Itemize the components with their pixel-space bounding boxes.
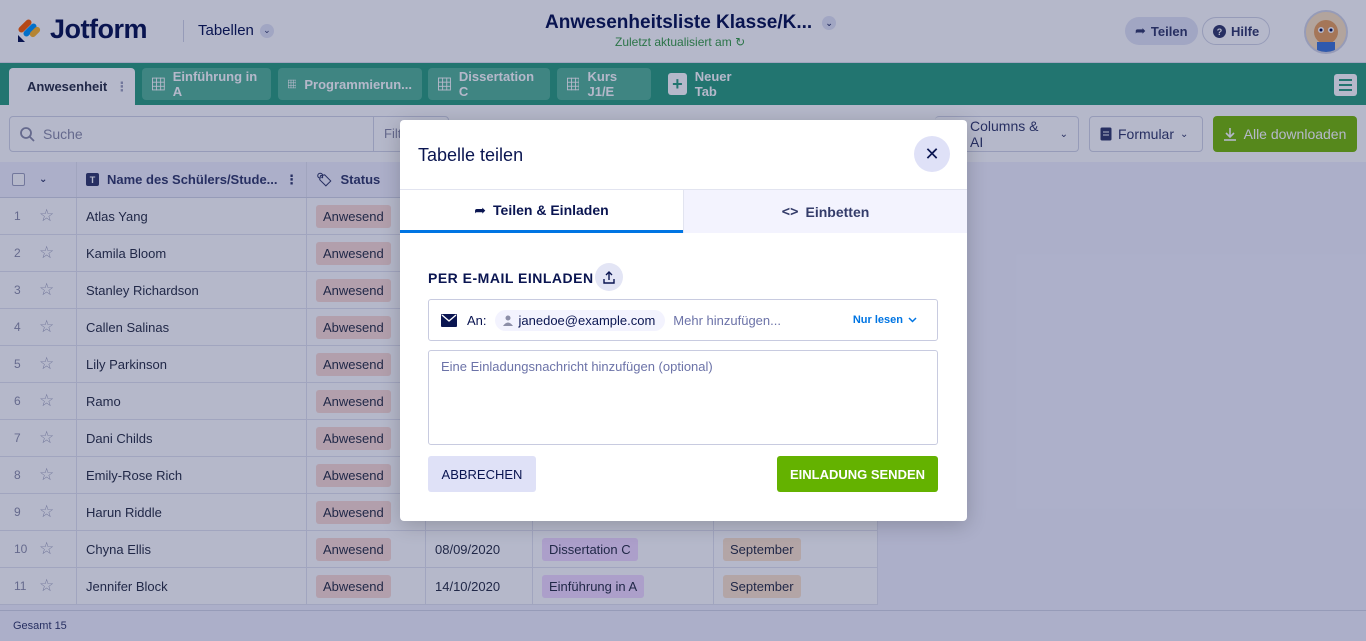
tab-share-invite[interactable]: ➦ Teilen & Einladen [400,190,683,233]
share-table-dialog: Tabelle teilen ✕ ➦ Teilen & Einladen <> … [400,120,967,521]
upload-contacts-button[interactable] [595,263,623,291]
chevron-down-icon [908,317,917,323]
dialog-title: Tabelle teilen [418,145,524,165]
dialog-tabs: ➦ Teilen & Einladen <> Einbetten [400,189,967,233]
to-label: An: [467,312,487,328]
tab-embed[interactable]: <> Einbetten [683,190,967,233]
add-more-input[interactable] [673,312,844,328]
cancel-button[interactable]: ABBRECHEN [428,456,536,492]
email-invite-heading: PER E-MAIL EINLADEN [428,270,594,286]
recipient-field[interactable]: An: janedoe@example.com Nur lesen [428,299,938,341]
upload-icon [603,270,615,284]
tab-share-label: Teilen & Einladen [493,202,609,218]
tab-embed-label: Einbetten [805,203,870,220]
code-icon: <> [781,203,799,220]
close-icon: ✕ [924,143,940,164]
close-button[interactable]: ✕ [914,136,950,172]
share-arrow-icon: ➦ [474,201,487,218]
recipient-email: janedoe@example.com [518,312,656,328]
user-icon [502,315,513,326]
permission-label: Nur lesen [852,314,903,326]
envelope-icon [441,313,457,327]
permission-dropdown[interactable]: Nur lesen [853,300,917,340]
recipient-chip[interactable]: janedoe@example.com [494,309,666,331]
invitation-message-field[interactable] [428,350,938,445]
send-invitation-button[interactable]: EINLADUNG SENDEN [777,456,938,492]
